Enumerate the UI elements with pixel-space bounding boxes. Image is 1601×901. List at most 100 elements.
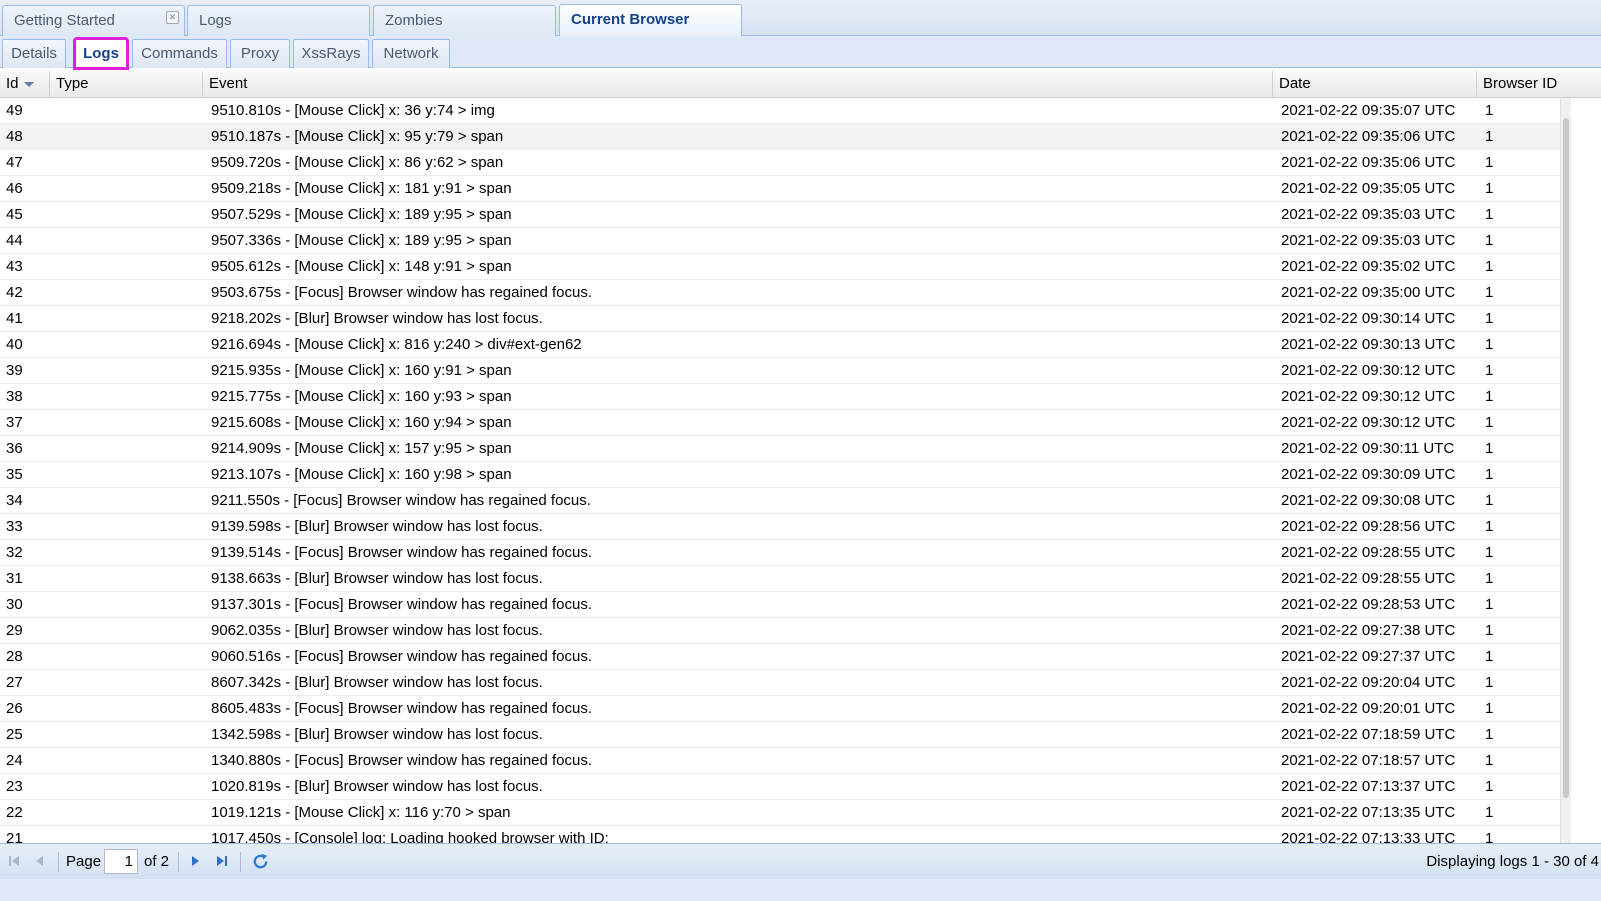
table-row[interactable]: 42 9503.675s - [Focus] Browser window has… — [0, 280, 1560, 306]
table-row[interactable]: 49 9510.810s - [Mouse Click] x: 36 y:74 >… — [0, 98, 1560, 124]
cell-date: 2021-02-22 09:30:12 UTC — [1281, 414, 1456, 431]
table-row[interactable]: 30 9137.301s - [Focus] Browser window has… — [0, 592, 1560, 618]
table-row[interactable]: 48 9510.187s - [Mouse Click] x: 95 y:79 >… — [0, 124, 1560, 150]
column-header-event[interactable]: Event — [203, 71, 1273, 97]
column-header-type[interactable]: Type — [50, 71, 203, 97]
scrollbar-thumb[interactable] — [1563, 118, 1569, 798]
cell-browser-id: 1 — [1485, 206, 1494, 223]
sort-desc-icon — [23, 81, 34, 87]
table-row[interactable]: 43 9505.612s - [Mouse Click] x: 148 y:91 … — [0, 254, 1560, 280]
first-page-icon[interactable] — [6, 853, 22, 869]
cell-id: 21 — [6, 830, 23, 843]
table-row[interactable]: 24 1340.880s - [Focus] Browser window has… — [0, 748, 1560, 774]
cell-event: 9137.301s - [Focus] Browser window has r… — [211, 596, 593, 613]
cell-date: 2021-02-22 09:30:09 UTC — [1281, 466, 1456, 483]
cell-date: 2021-02-22 09:20:04 UTC — [1281, 674, 1456, 691]
cell-event: 9211.550s - [Focus] Browser window has r… — [211, 492, 591, 509]
cell-type — [58, 696, 198, 721]
cell-browser-id: 1 — [1485, 518, 1494, 535]
table-row[interactable]: 34 9211.550s - [Focus] Browser window has… — [0, 488, 1560, 514]
cell-browser-id: 1 — [1485, 466, 1494, 483]
subtab-commands[interactable]: Commands — [132, 39, 227, 68]
table-row[interactable]: 40 9216.694s - [Mouse Click] x: 816 y:240… — [0, 332, 1560, 358]
previous-page-icon[interactable] — [32, 853, 48, 869]
subtab-details[interactable]: Details — [2, 39, 66, 68]
cell-date: 2021-02-22 09:30:08 UTC — [1281, 492, 1456, 509]
cell-date: 2021-02-22 09:35:07 UTC — [1281, 102, 1456, 119]
table-row[interactable]: 21 1017.450s - [Console] log: Loading hoo… — [0, 826, 1560, 843]
last-page-icon[interactable] — [214, 853, 230, 869]
column-label: Date — [1279, 75, 1311, 92]
cell-browser-id: 1 — [1485, 336, 1494, 353]
cell-event: 9062.035s - [Blur] Browser window has lo… — [211, 622, 543, 639]
table-row[interactable]: 45 9507.529s - [Mouse Click] x: 189 y:95 … — [0, 202, 1560, 228]
table-row[interactable]: 47 9509.720s - [Mouse Click] x: 86 y:62 >… — [0, 150, 1560, 176]
cell-date: 2021-02-22 09:30:13 UTC — [1281, 336, 1456, 353]
cell-type — [58, 748, 198, 773]
table-row[interactable]: 31 9138.663s - [Blur] Browser window has … — [0, 566, 1560, 592]
table-row[interactable]: 33 9139.598s - [Blur] Browser window has … — [0, 514, 1560, 540]
column-header-id[interactable]: Id — [0, 71, 50, 97]
column-label: Id — [6, 75, 19, 92]
cell-type — [58, 358, 198, 383]
close-icon[interactable]: ✕ — [166, 11, 179, 24]
next-page-icon[interactable] — [187, 853, 203, 869]
tab-label: Getting Started — [14, 12, 115, 29]
table-row[interactable]: 26 8605.483s - [Focus] Browser window has… — [0, 696, 1560, 722]
cell-date: 2021-02-22 09:20:01 UTC — [1281, 700, 1456, 717]
table-row[interactable]: 36 9214.909s - [Mouse Click] x: 157 y:95 … — [0, 436, 1560, 462]
tab-logs[interactable]: Logs — [187, 5, 370, 36]
table-row[interactable]: 28 9060.516s - [Focus] Browser window has… — [0, 644, 1560, 670]
table-row[interactable]: 39 9215.935s - [Mouse Click] x: 160 y:91 … — [0, 358, 1560, 384]
cell-date: 2021-02-22 07:13:33 UTC — [1281, 830, 1456, 843]
table-row[interactable]: 41 9218.202s - [Blur] Browser window has … — [0, 306, 1560, 332]
cell-id: 49 — [6, 102, 23, 119]
tab-zombies[interactable]: Zombies — [373, 5, 556, 36]
tab-getting-started[interactable]: Getting Started ✕ — [2, 5, 185, 36]
table-row[interactable]: 29 9062.035s - [Blur] Browser window has … — [0, 618, 1560, 644]
table-row[interactable]: 27 8607.342s - [Blur] Browser window has … — [0, 670, 1560, 696]
cell-browser-id: 1 — [1485, 362, 1494, 379]
cell-type — [58, 722, 198, 747]
refresh-icon[interactable] — [251, 852, 270, 871]
column-header-date[interactable]: Date — [1273, 71, 1477, 97]
column-header-browser-id[interactable]: Browser ID — [1477, 71, 1601, 97]
cell-event: 9060.516s - [Focus] Browser window has r… — [211, 648, 593, 665]
cell-type — [58, 488, 198, 513]
table-row[interactable]: 46 9509.218s - [Mouse Click] x: 181 y:91 … — [0, 176, 1560, 202]
cell-event: 9216.694s - [Mouse Click] x: 816 y:240 >… — [211, 336, 582, 353]
vertical-scrollbar[interactable] — [1560, 98, 1571, 843]
cell-event: 1342.598s - [Blur] Browser window has lo… — [211, 726, 543, 743]
cell-id: 34 — [6, 492, 23, 509]
subtab-logs[interactable]: Logs — [73, 37, 129, 70]
cell-id: 35 — [6, 466, 23, 483]
table-row[interactable]: 22 1019.121s - [Mouse Click] x: 116 y:70 … — [0, 800, 1560, 826]
cell-browser-id: 1 — [1485, 258, 1494, 275]
cell-browser-id: 1 — [1485, 102, 1494, 119]
table-row[interactable]: 37 9215.608s - [Mouse Click] x: 160 y:94 … — [0, 410, 1560, 436]
cell-type — [58, 202, 198, 227]
subtab-xssrays[interactable]: XssRays — [293, 39, 369, 68]
cell-browser-id: 1 — [1485, 804, 1494, 821]
cell-type — [58, 228, 198, 253]
table-row[interactable]: 38 9215.775s - [Mouse Click] x: 160 y:93 … — [0, 384, 1560, 410]
page-number-input[interactable] — [104, 849, 138, 874]
cell-type — [58, 826, 198, 843]
cell-id: 42 — [6, 284, 23, 301]
table-row[interactable]: 32 9139.514s - [Focus] Browser window has… — [0, 540, 1560, 566]
cell-event: 9510.187s - [Mouse Click] x: 95 y:79 > s… — [211, 128, 504, 145]
cell-date: 2021-02-22 09:27:38 UTC — [1281, 622, 1456, 639]
cell-browser-id: 1 — [1485, 154, 1494, 171]
subtab-proxy[interactable]: Proxy — [230, 39, 290, 68]
subtab-network[interactable]: Network — [372, 39, 450, 68]
cell-event: 9507.529s - [Mouse Click] x: 189 y:95 > … — [211, 206, 512, 223]
cell-event: 9215.775s - [Mouse Click] x: 160 y:93 > … — [211, 388, 512, 405]
tab-current-browser[interactable]: Current Browser — [559, 4, 742, 37]
cell-browser-id: 1 — [1485, 440, 1494, 457]
table-row[interactable]: 23 1020.819s - [Blur] Browser window has … — [0, 774, 1560, 800]
table-row[interactable]: 44 9507.336s - [Mouse Click] x: 189 y:95 … — [0, 228, 1560, 254]
cell-id: 31 — [6, 570, 23, 587]
table-row[interactable]: 25 1342.598s - [Blur] Browser window has … — [0, 722, 1560, 748]
table-row[interactable]: 35 9213.107s - [Mouse Click] x: 160 y:98 … — [0, 462, 1560, 488]
cell-id: 48 — [6, 128, 23, 145]
